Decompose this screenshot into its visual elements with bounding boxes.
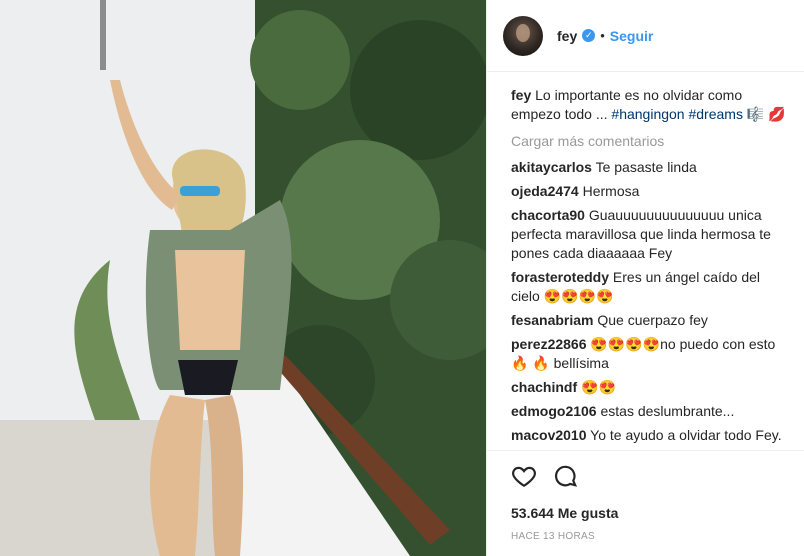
comment-username[interactable]: ojeda2474: [511, 183, 579, 199]
follow-button[interactable]: Seguir: [610, 28, 654, 44]
hashtag-hangingon[interactable]: #hangingon: [611, 106, 684, 122]
comment-username[interactable]: akitaycarlos: [511, 159, 592, 175]
comment-bubble-icon[interactable]: [553, 463, 581, 491]
comment-text: 😍😍: [577, 379, 616, 395]
heart-icon[interactable]: [511, 463, 539, 491]
comment: fesanabriam Que cuerpazo fey: [511, 311, 788, 330]
comment-username[interactable]: perez22866: [511, 336, 587, 352]
action-icons: [511, 463, 789, 491]
comment-username[interactable]: forasteroteddy: [511, 269, 609, 285]
comment: akitaycarlos Te pasaste linda: [511, 158, 788, 177]
comment: perez22866 😍😍😍😍no puedo con esto 🔥 🔥 bel…: [511, 335, 788, 373]
comment-username[interactable]: edmogo2106: [511, 403, 597, 419]
comment: edmogo2106 estas deslumbrante...: [511, 402, 788, 421]
caption-username[interactable]: fey: [511, 87, 531, 103]
caption-emoji: 🎼 💋: [742, 106, 786, 122]
post-actions: 53.644 Me gusta HACE 13 HORAS: [487, 450, 804, 542]
post-side-panel: fey ✓ • Seguir fey Lo importante es no o…: [486, 0, 804, 556]
comment-text: Hermosa: [578, 183, 640, 199]
comment: forasteroteddy Eres un ángel caído del c…: [511, 268, 788, 306]
comment-text: Te pasaste linda: [591, 159, 697, 175]
header-username[interactable]: fey: [557, 28, 577, 44]
comments-list[interactable]: fey Lo importante es no olvidar como emp…: [487, 72, 804, 450]
comment-username[interactable]: fesanabriam: [511, 312, 593, 328]
hashtag-dreams[interactable]: #dreams: [688, 106, 742, 122]
instagram-post: fey ✓ • Seguir fey Lo importante es no o…: [0, 0, 804, 556]
comment: chachindf 😍😍: [511, 378, 788, 397]
post-caption: fey Lo importante es no olvidar como emp…: [511, 86, 788, 124]
comment-username[interactable]: chachindf: [511, 379, 577, 395]
post-timestamp: HACE 13 HORAS: [511, 531, 595, 542]
comment-text: Yo te ayudo a olvidar todo Fey.: [586, 427, 782, 443]
load-more-comments-link[interactable]: Cargar más comentarios: [511, 133, 788, 149]
post-header: fey ✓ • Seguir: [487, 0, 804, 72]
comment-text: Que cuerpazo fey: [593, 312, 708, 328]
comment-username[interactable]: chacorta90: [511, 207, 585, 223]
header-separator: •: [600, 28, 605, 43]
comment: chacorta90 Guauuuuuuuuuuuuuu unica perfe…: [511, 206, 788, 263]
comment-text: estas deslumbrante...: [596, 403, 735, 419]
photo-illustration: [0, 0, 486, 556]
post-photo[interactable]: [0, 0, 486, 556]
likes-count[interactable]: 53.644 Me gusta: [511, 505, 789, 521]
comment: ojeda2474 Hermosa: [511, 182, 788, 201]
comment-username[interactable]: macov2010: [511, 427, 587, 443]
verified-badge-icon: ✓: [582, 29, 596, 42]
comment: macov2010 Yo te ayudo a olvidar todo Fey…: [511, 426, 788, 445]
avatar[interactable]: [503, 15, 543, 56]
